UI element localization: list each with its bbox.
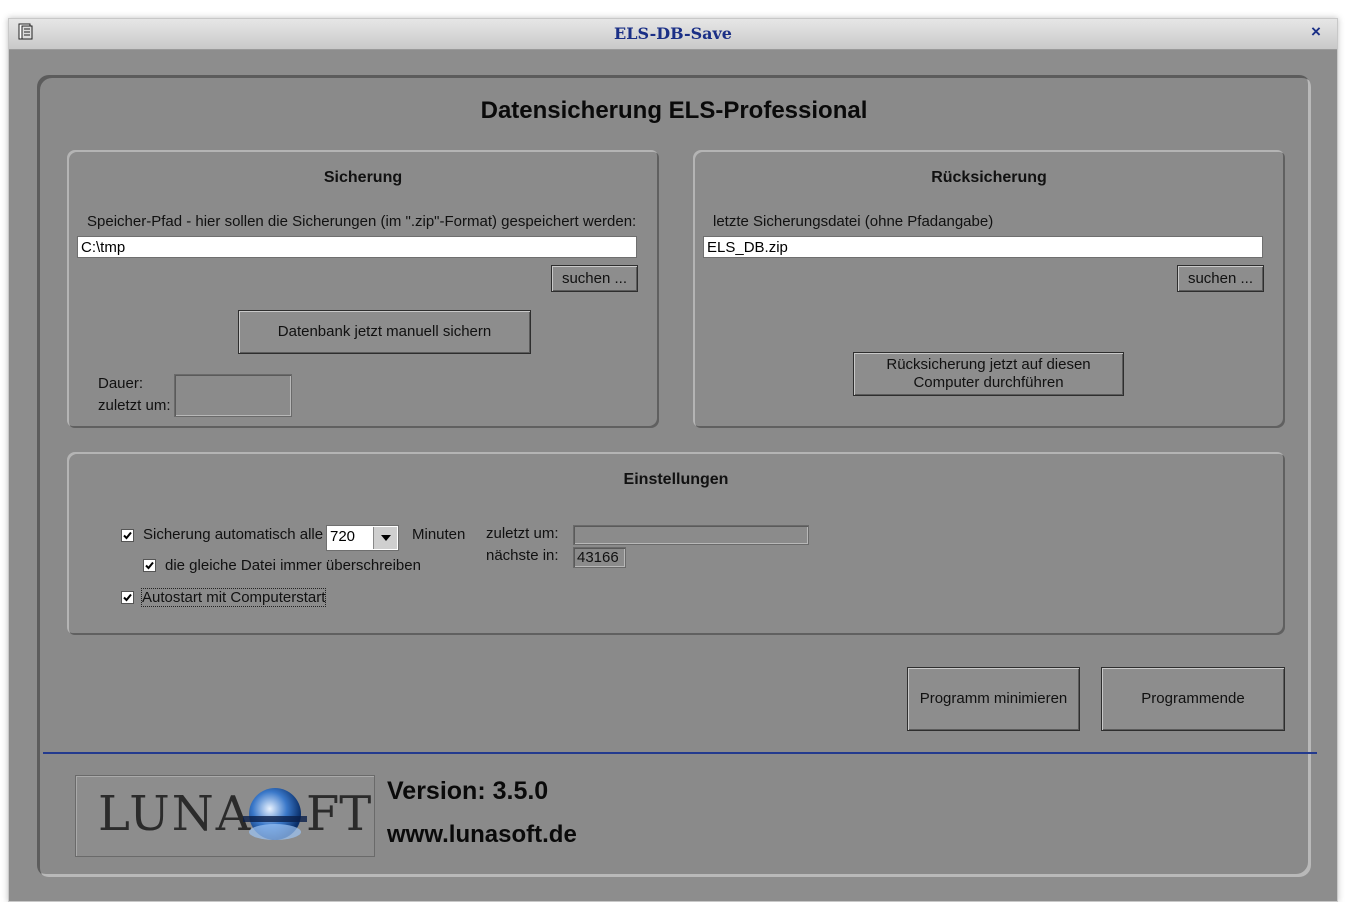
restore-button[interactable]: Rücksicherung jetzt auf diesen Computer … xyxy=(853,352,1124,396)
close-button[interactable]: × xyxy=(1307,22,1325,42)
moon-icon xyxy=(243,788,307,840)
auto-backup-label: Sicherung automatisch alle xyxy=(143,526,324,543)
chevron-down-icon[interactable] xyxy=(373,527,397,549)
page-title: Datensicherung ELS-Professional xyxy=(480,97,868,124)
checkmark-icon xyxy=(145,561,154,570)
restore-panel: Rücksicherung letzte Sicherungsdatei (oh… xyxy=(693,150,1285,428)
settings-panel: Einstellungen Sicherung automatisch alle… xyxy=(67,452,1285,635)
restore-file-label: letzte Sicherungsdatei (ohne Pfadangabe) xyxy=(713,213,994,230)
lunasoft-logo: LUNAS FT xyxy=(75,775,375,857)
logo-text-right: FT xyxy=(306,786,372,842)
title-bar[interactable]: ELS-DB-Save × xyxy=(9,19,1337,50)
auto-last-label: zuletzt um: xyxy=(486,525,559,542)
settings-panel-title: Einstellungen xyxy=(623,471,729,488)
checkmark-icon xyxy=(123,531,132,540)
website-link[interactable]: www.lunasoft.de xyxy=(387,821,577,849)
overwrite-label: die gleiche Datei immer überschreiben xyxy=(165,557,421,574)
backup-path-label: Speicher-Pfad - hier sollen die Sicherun… xyxy=(87,213,637,230)
backup-panel: Sicherung Speicher-Pfad - hier sollen di… xyxy=(67,150,659,428)
minimize-program-button[interactable]: Programm minimieren xyxy=(907,667,1080,731)
window-title: ELS-DB-Save xyxy=(614,24,732,43)
auto-last-field xyxy=(573,525,809,545)
restore-button-line2: Computer durchführen xyxy=(913,374,1064,391)
backup-panel-title: Sicherung xyxy=(323,169,403,186)
checkmark-icon xyxy=(123,593,132,602)
duration-label: Dauer: xyxy=(98,375,144,392)
restore-browse-button[interactable]: suchen ... xyxy=(1177,265,1264,292)
backup-path-input[interactable] xyxy=(77,236,637,258)
next-field: 43166 xyxy=(573,547,626,568)
backup-duration-field xyxy=(174,374,292,417)
backup-browse-button[interactable]: suchen ... xyxy=(551,265,638,292)
interval-value: 720 xyxy=(330,528,356,545)
version-label: Version: 3.5.0 xyxy=(387,777,549,805)
restore-file-input[interactable] xyxy=(703,236,1263,258)
exit-program-button[interactable]: Programmende xyxy=(1101,667,1285,731)
manual-backup-button[interactable]: Datenbank jetzt manuell sichern xyxy=(238,310,531,354)
minutes-label: Minuten xyxy=(412,526,466,543)
next-label: nächste in: xyxy=(486,547,559,564)
main-window: ELS-DB-Save × Datensicherung ELS-Profess… xyxy=(8,18,1338,902)
client-area: Datensicherung ELS-Professional Sicherun… xyxy=(37,75,1317,877)
backup-last-label: zuletzt um: xyxy=(98,397,171,414)
overwrite-checkbox[interactable] xyxy=(143,559,156,572)
auto-backup-checkbox[interactable] xyxy=(121,529,134,542)
restore-button-line1: Rücksicherung jetzt auf diesen xyxy=(886,356,1091,373)
autostart-label[interactable]: Autostart mit Computerstart xyxy=(140,588,327,607)
interval-select[interactable]: 720 xyxy=(326,525,399,551)
autostart-checkbox[interactable] xyxy=(121,591,134,604)
footer-divider xyxy=(43,752,1317,754)
restore-panel-title: Rücksicherung xyxy=(931,169,1047,186)
